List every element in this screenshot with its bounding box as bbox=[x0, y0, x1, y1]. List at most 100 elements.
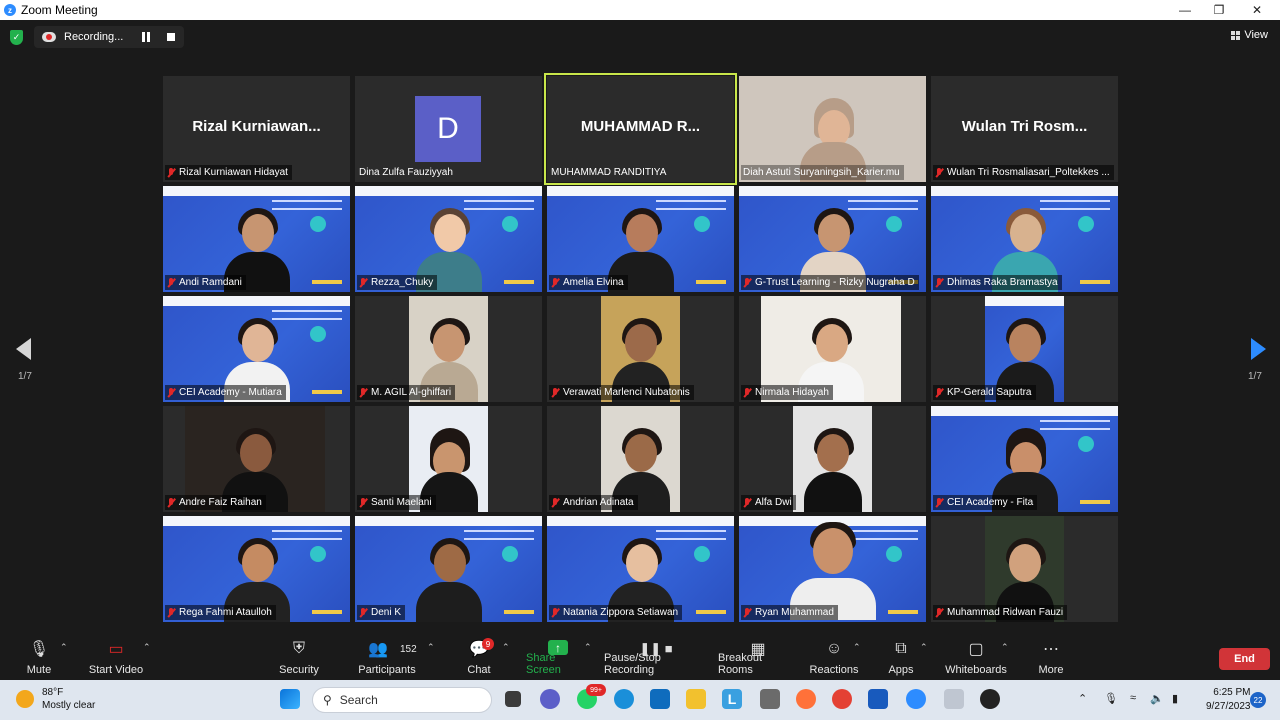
reactions-caret-icon[interactable]: ⌃ bbox=[853, 642, 861, 653]
app-l-icon[interactable]: L bbox=[722, 689, 742, 709]
mute-button[interactable]: 🎙 Mute bbox=[22, 634, 56, 680]
apps-button[interactable]: ⧉ Apps bbox=[886, 634, 916, 680]
next-page-arrow-icon[interactable] bbox=[1251, 338, 1266, 360]
participant-tile[interactable]: KP-Gerald Saputra bbox=[931, 296, 1118, 402]
wifi-icon[interactable]: ≈ bbox=[1130, 692, 1136, 704]
breakout-rooms-button[interactable]: ▦ Breakout Rooms bbox=[718, 634, 798, 680]
muted-mic-icon bbox=[167, 497, 175, 508]
participant-tile[interactable]: CEI Academy - Fita bbox=[931, 406, 1118, 512]
participant-name: Rizal Kurniawan Hidayat bbox=[179, 167, 288, 178]
muted-mic-icon bbox=[551, 497, 559, 508]
start-video-button[interactable]: ▭ Start Video bbox=[86, 634, 146, 680]
participant-name: CEI Academy - Fita bbox=[947, 497, 1034, 508]
volume-icon[interactable]: 🔈 bbox=[1150, 692, 1164, 705]
start-video-label: Start Video bbox=[88, 664, 144, 676]
participant-name-label: Santi Maelani bbox=[357, 495, 436, 510]
mail-icon[interactable] bbox=[650, 689, 670, 709]
participant-tile[interactable]: G-Trust Learning - Rizky Nugraha D bbox=[739, 186, 926, 292]
participant-name: Verawati Marlenci Nubatonis bbox=[563, 387, 690, 398]
reactions-button[interactable]: ☺ Reactions bbox=[810, 634, 859, 680]
participant-tile[interactable]: Wulan Tri Rosm... Wulan Tri Rosmaliasari… bbox=[931, 76, 1118, 182]
apps-label: Apps bbox=[888, 664, 914, 676]
participant-tile[interactable]: Dhimas Raka Bramastya bbox=[931, 186, 1118, 292]
participant-tile[interactable]: Santi Maelani bbox=[355, 406, 542, 512]
pause-stop-recording-button[interactable]: ❚❚ ■ Pause/Stop Recording bbox=[604, 634, 708, 680]
whiteboards-button[interactable]: ▢ Whiteboards bbox=[944, 634, 1008, 680]
muted-mic-icon bbox=[743, 277, 751, 288]
word-icon[interactable] bbox=[868, 689, 888, 709]
battery-icon[interactable]: ▮ bbox=[1172, 692, 1178, 705]
app-icon[interactable] bbox=[760, 689, 780, 709]
muted-mic-icon bbox=[743, 607, 751, 618]
system-tray-chevron-icon[interactable]: ⌃ bbox=[1078, 692, 1087, 705]
participant-tile[interactable]: D Dina Zulfa Fauziyyah bbox=[355, 76, 542, 182]
chat-caret-icon[interactable]: ⌃ bbox=[502, 642, 510, 653]
participant-tile[interactable]: Rezza_Chuky bbox=[355, 186, 542, 292]
participant-tile[interactable]: Amelia Elvina bbox=[547, 186, 734, 292]
participant-name-label: Andi Ramdani bbox=[165, 275, 246, 290]
participant-tile-active-speaker[interactable]: MUHAMMAD R... MUHAMMAD RANDITIYA bbox=[544, 73, 737, 185]
participant-tile[interactable]: Rega Fahmi Ataulloh bbox=[163, 516, 350, 622]
participant-name-label: M. AGIL Al-ghiffari bbox=[357, 385, 456, 400]
participant-tile[interactable]: Muhammad Ridwan Fauzi bbox=[931, 516, 1118, 622]
zoom-app-icon[interactable] bbox=[906, 689, 926, 709]
view-button[interactable]: View bbox=[1231, 29, 1268, 41]
minimize-icon[interactable]: — bbox=[1168, 0, 1202, 20]
participants-caret-icon[interactable]: ⌃ bbox=[427, 642, 435, 653]
participant-tile[interactable]: Deni K bbox=[355, 516, 542, 622]
participant-tile[interactable]: Rizal Kurniawan... Rizal Kurniawan Hiday… bbox=[163, 76, 350, 182]
snipping-tool-icon[interactable] bbox=[944, 689, 964, 709]
share-caret-icon[interactable]: ⌃ bbox=[584, 642, 592, 653]
participant-tile[interactable]: Ryan Muhammad bbox=[739, 516, 926, 622]
microphone-tray-icon[interactable]: 🎙 bbox=[1104, 692, 1118, 705]
participant-tile[interactable]: M. AGIL Al-ghiffari bbox=[355, 296, 542, 402]
task-view-icon[interactable] bbox=[505, 691, 521, 707]
participant-tile[interactable]: Natania Zippora Setiawan bbox=[547, 516, 734, 622]
weather-widget[interactable]: 88°F Mostly clear bbox=[16, 686, 95, 712]
participant-name-label: Diah Astuti Suryaningsih_Karier.mu bbox=[741, 165, 904, 180]
previous-page-arrow-icon[interactable] bbox=[16, 338, 31, 360]
participant-tile[interactable]: CEI Academy - Mutiara bbox=[163, 296, 350, 402]
maximize-icon[interactable]: ❐ bbox=[1202, 0, 1236, 20]
media-player-icon[interactable] bbox=[980, 689, 1000, 709]
whiteboards-caret-icon[interactable]: ⌃ bbox=[1001, 642, 1009, 653]
share-screen-button[interactable]: ↑ Share Screen bbox=[526, 634, 590, 680]
end-meeting-button[interactable]: End bbox=[1219, 648, 1270, 670]
file-explorer-icon[interactable] bbox=[686, 689, 706, 709]
participants-button[interactable]: 👥 152 Participants bbox=[356, 634, 418, 680]
more-button[interactable]: ⋯ More bbox=[1036, 634, 1066, 680]
start-menu-icon[interactable] bbox=[280, 689, 300, 709]
participant-tile[interactable]: Andre Faiz Raihan bbox=[163, 406, 350, 512]
encryption-shield-icon[interactable]: ✓ bbox=[10, 30, 23, 45]
chat-app-icon[interactable] bbox=[540, 689, 560, 709]
security-button[interactable]: ⛨ Security bbox=[276, 634, 322, 680]
participant-name: Natania Zippora Setiawan bbox=[563, 607, 679, 618]
participant-tile[interactable]: Verawati Marlenci Nubatonis bbox=[547, 296, 734, 402]
participants-count: 152 bbox=[400, 644, 417, 655]
microphone-icon: 🎙 bbox=[28, 641, 50, 658]
participant-tile[interactable]: Diah Astuti Suryaningsih_Karier.mu bbox=[739, 76, 926, 182]
audio-options-caret-icon[interactable]: ⌃ bbox=[60, 642, 68, 653]
apps-caret-icon[interactable]: ⌃ bbox=[920, 642, 928, 653]
taskbar-clock[interactable]: 6:25 PM 9/27/2023 bbox=[1206, 686, 1251, 714]
reactions-icon: ☺ bbox=[825, 640, 843, 657]
notification-badge[interactable]: 22 bbox=[1250, 692, 1266, 708]
close-icon[interactable]: ✕ bbox=[1240, 0, 1274, 20]
view-label: View bbox=[1244, 29, 1268, 41]
edge-browser-icon[interactable] bbox=[614, 689, 634, 709]
participant-tile[interactable]: Andi Ramdani bbox=[163, 186, 350, 292]
firefox-icon[interactable] bbox=[796, 689, 816, 709]
participant-name-label: Andrian Adinata bbox=[549, 495, 638, 510]
weather-icon bbox=[16, 690, 34, 708]
video-options-caret-icon[interactable]: ⌃ bbox=[143, 642, 151, 653]
taskbar-search-box[interactable]: ⚲ Search bbox=[312, 687, 492, 713]
stop-recording-button[interactable] bbox=[167, 33, 175, 41]
participant-tile[interactable]: Nirmala Hidayah bbox=[739, 296, 926, 402]
chrome-icon[interactable] bbox=[832, 689, 852, 709]
chat-button[interactable]: 💬 9 Chat bbox=[464, 634, 494, 680]
participant-tile[interactable]: Andrian Adinata bbox=[547, 406, 734, 512]
pause-recording-button[interactable] bbox=[142, 32, 150, 42]
participant-tile[interactable]: Alfa Dwi bbox=[739, 406, 926, 512]
participants-label: Participants bbox=[358, 664, 416, 676]
search-icon: ⚲ bbox=[323, 693, 332, 707]
